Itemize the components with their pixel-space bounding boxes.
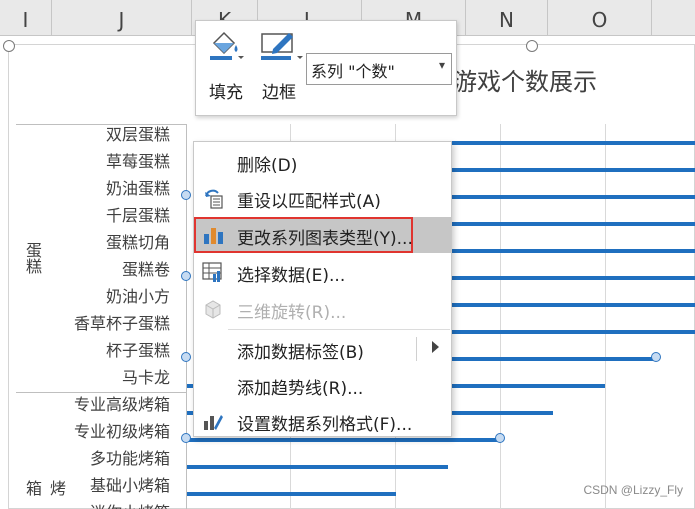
menu-item-label: 添加数据标签(B) bbox=[237, 343, 364, 363]
border-label: 边框 bbox=[262, 83, 296, 103]
bar[interactable] bbox=[452, 195, 695, 199]
category-label: 蛋糕卷 bbox=[121, 260, 170, 279]
category-label: 蛋糕切角 bbox=[105, 233, 170, 252]
series-selection-handle[interactable] bbox=[495, 433, 505, 443]
column-header-i[interactable]: I bbox=[0, 0, 52, 36]
submenu-arrow-icon bbox=[432, 341, 439, 353]
select-data-icon bbox=[202, 261, 224, 283]
format-series-icon bbox=[202, 410, 224, 432]
submenu-divider bbox=[416, 337, 417, 361]
menu-separator bbox=[228, 329, 450, 330]
bar[interactable] bbox=[452, 357, 656, 361]
menu-item-3d-rotation[interactable]: 三维旋转(R)... bbox=[194, 291, 451, 327]
menu-item-label: 重设以匹配样式(A) bbox=[237, 192, 381, 212]
gridline bbox=[605, 124, 606, 509]
category-label: 草莓蛋糕 bbox=[105, 152, 170, 171]
series-selection-handle[interactable] bbox=[181, 271, 191, 281]
series-selection-handle[interactable] bbox=[181, 190, 191, 200]
bar[interactable] bbox=[452, 222, 695, 226]
chart-type-icon bbox=[202, 224, 224, 246]
mini-toolbar: 填充 边框 系列 "个数" ▾ bbox=[195, 20, 457, 116]
fill-button[interactable]: 填充 bbox=[202, 27, 250, 111]
bar[interactable] bbox=[452, 303, 695, 307]
series-selection-handle[interactable] bbox=[181, 352, 191, 362]
reset-style-icon bbox=[202, 187, 224, 209]
chart-resize-handle[interactable] bbox=[526, 40, 538, 52]
menu-item-delete[interactable]: 删除(D) bbox=[194, 144, 451, 180]
bar[interactable] bbox=[452, 168, 695, 172]
chevron-down-icon: ▾ bbox=[438, 58, 445, 72]
category-label: 专业高级烤箱 bbox=[73, 395, 170, 414]
group-label-oven: 烤箱 bbox=[23, 480, 66, 496]
bar[interactable] bbox=[452, 141, 695, 145]
pen-border-icon bbox=[259, 29, 305, 65]
border-button[interactable]: 边框 bbox=[255, 27, 303, 111]
category-label: 专业初级烤箱 bbox=[73, 422, 170, 441]
category-label: 双层蛋糕 bbox=[105, 125, 170, 144]
series-selection-handle[interactable] bbox=[651, 352, 661, 362]
menu-item-format-data-series[interactable]: 设置数据系列格式(F)... bbox=[194, 403, 451, 439]
gridline bbox=[500, 124, 501, 509]
menu-item-label: 添加趋势线(R)... bbox=[237, 379, 364, 399]
menu-item-label: 三维旋转(R)... bbox=[237, 303, 347, 323]
fill-label: 填充 bbox=[209, 83, 243, 103]
bar[interactable] bbox=[187, 465, 448, 469]
menu-item-select-data[interactable]: 选择数据(E)... bbox=[194, 254, 451, 290]
paint-bucket-icon bbox=[208, 29, 244, 65]
bar[interactable] bbox=[452, 330, 695, 334]
category-label: 奶油蛋糕 bbox=[105, 179, 170, 198]
series-selector-value: 系列 "个数" bbox=[311, 62, 395, 81]
column-header-o[interactable]: O bbox=[548, 0, 652, 36]
context-menu: 删除(D) 重设以匹配样式(A) 更改系列图表类型(Y)... 选择数据(E).… bbox=[193, 141, 452, 437]
category-label: 多功能烤箱 bbox=[89, 449, 170, 468]
column-header-j[interactable]: J bbox=[52, 0, 192, 36]
menu-item-change-chart-type[interactable]: 更改系列图表类型(Y)... bbox=[194, 217, 451, 253]
category-label: 马卡龙 bbox=[121, 368, 170, 387]
column-header-n[interactable]: N bbox=[466, 0, 548, 36]
category-label: 香草杯子蛋糕 bbox=[73, 314, 170, 333]
bar[interactable] bbox=[452, 276, 695, 280]
menu-item-reset-style[interactable]: 重设以匹配样式(A) bbox=[194, 180, 451, 216]
bar[interactable] bbox=[187, 492, 396, 496]
series-selector-dropdown[interactable]: 系列 "个数" ▾ bbox=[306, 53, 452, 85]
menu-item-label: 删除(D) bbox=[237, 156, 298, 176]
category-axis[interactable] bbox=[186, 124, 187, 509]
menu-item-label: 选择数据(E)... bbox=[237, 266, 346, 286]
menu-item-label: 设置数据系列格式(F)... bbox=[237, 415, 413, 435]
menu-item-label: 更改系列图表类型(Y)... bbox=[237, 229, 413, 249]
watermark: CSDN @Lizzy_Fly bbox=[583, 483, 683, 497]
category-label: 奶油小方 bbox=[105, 287, 170, 306]
group-label-cake: 蛋糕 bbox=[23, 242, 42, 274]
series-selection-handle[interactable] bbox=[181, 433, 191, 443]
menu-item-add-trendline[interactable]: 添加趋势线(R)... bbox=[194, 367, 451, 403]
category-label: 千层蛋糕 bbox=[105, 206, 170, 225]
menu-item-add-data-labels[interactable]: 添加数据标签(B) bbox=[194, 331, 451, 367]
chart-resize-handle[interactable] bbox=[3, 40, 15, 52]
category-label: 杯子蛋糕 bbox=[105, 341, 170, 360]
bar[interactable] bbox=[452, 249, 695, 253]
chart-title[interactable]: 游戏个数展示 bbox=[453, 62, 597, 97]
3d-rotation-icon bbox=[202, 298, 224, 320]
